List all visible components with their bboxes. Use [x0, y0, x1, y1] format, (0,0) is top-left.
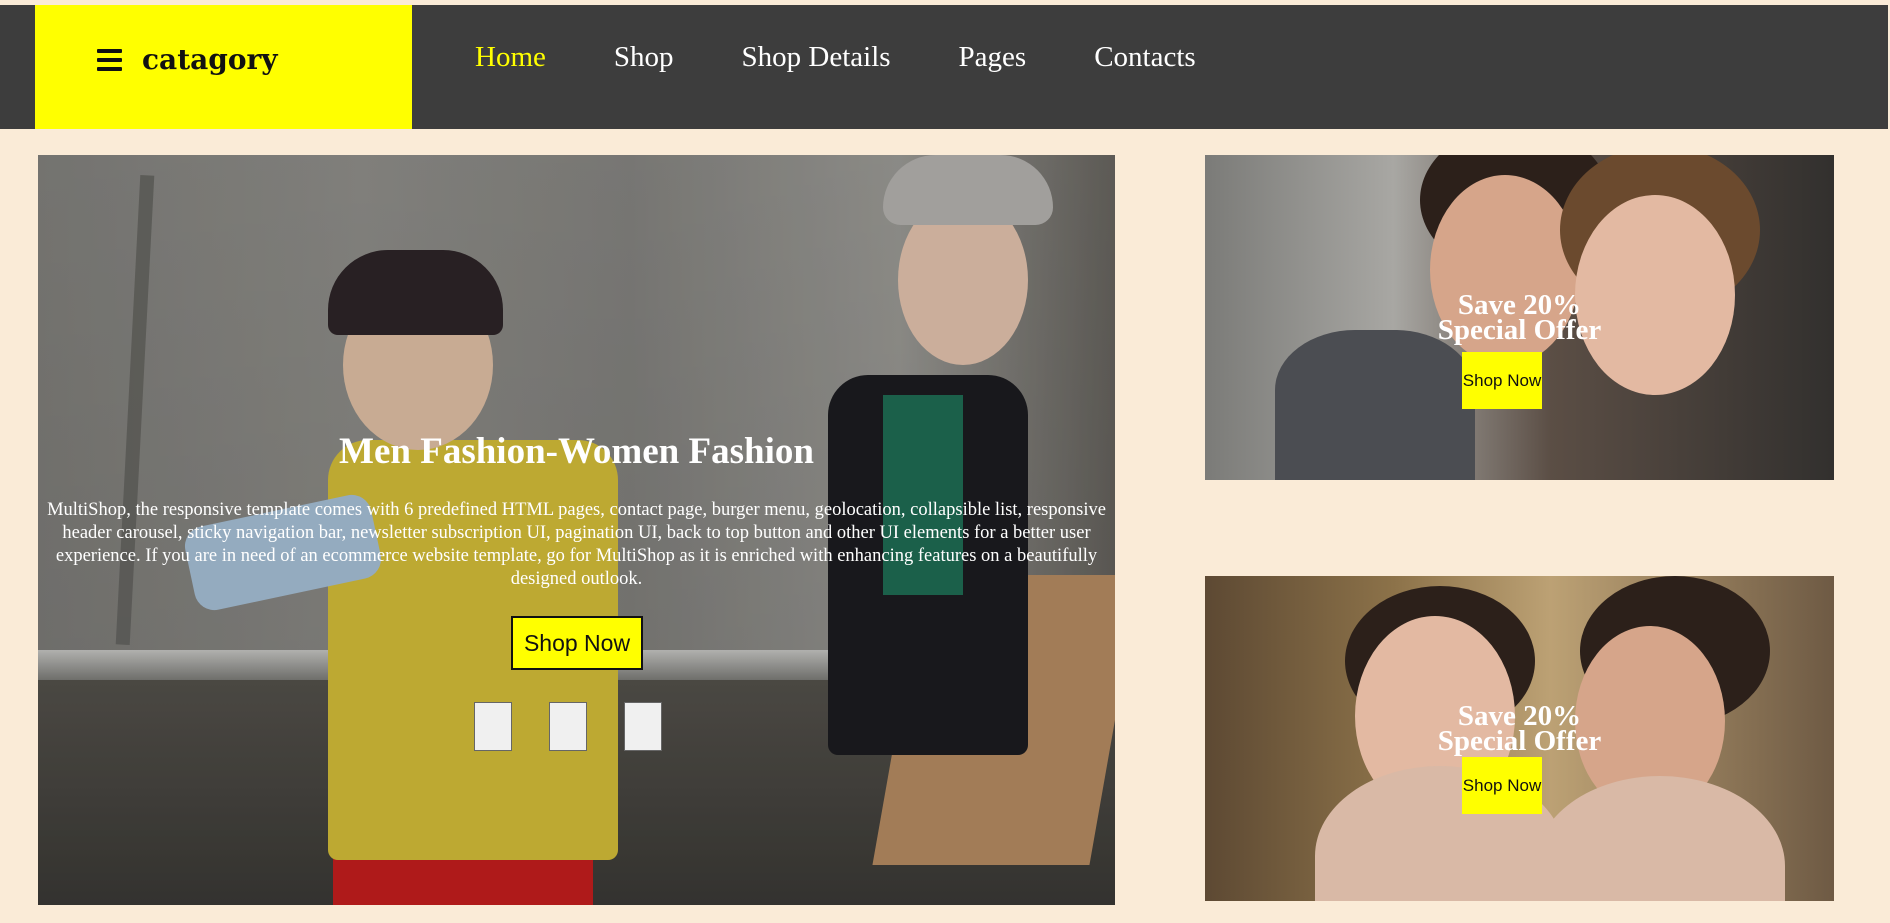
- nav-link-shop[interactable]: Shop: [614, 41, 674, 74]
- carousel-indicator-3[interactable]: [624, 702, 662, 751]
- nav-link-shop-details[interactable]: Shop Details: [742, 41, 891, 74]
- offer-title: Save 20% Special Offer: [1205, 702, 1834, 757]
- offer-shop-now-button[interactable]: Shop Now: [1462, 757, 1542, 814]
- offer-image-figure: [1535, 776, 1785, 901]
- offer-title: Save 20% Special Offer: [1205, 291, 1834, 346]
- nav-link-pages[interactable]: Pages: [959, 41, 1027, 74]
- carousel-indicators: [474, 702, 699, 751]
- offer-card: Save 20% Special Offer Shop Now: [1205, 155, 1834, 480]
- carousel-indicator-1[interactable]: [474, 702, 512, 751]
- category-dropdown[interactable]: catagory: [35, 5, 412, 129]
- hamburger-menu-icon[interactable]: [97, 49, 122, 72]
- carousel-indicator-2[interactable]: [549, 702, 587, 751]
- category-label: catagory: [142, 43, 278, 76]
- top-navbar: catagory Home Shop Shop Details Pages Co…: [0, 5, 1888, 129]
- offer-card: Save 20% Special Offer Shop Now: [1205, 576, 1834, 901]
- offer-shop-now-button[interactable]: Shop Now: [1462, 352, 1542, 409]
- nav-link-contacts[interactable]: Contacts: [1094, 41, 1196, 74]
- offer-subtitle: Special Offer: [1437, 314, 1602, 346]
- hero-title: Men Fashion-Women Fashion: [339, 431, 814, 472]
- nav-link-home[interactable]: Home: [475, 41, 546, 74]
- hero-shop-now-button[interactable]: Shop Now: [511, 616, 643, 670]
- hero-carousel: Men Fashion-Women Fashion MultiShop, the…: [38, 155, 1115, 905]
- offer-image-figure: [1275, 330, 1475, 480]
- main-nav: Home Shop Shop Details Pages Contacts: [475, 41, 1264, 74]
- hero-description: MultiShop, the responsive template comes…: [47, 500, 1106, 589]
- offer-subtitle: Special Offer: [1437, 725, 1602, 757]
